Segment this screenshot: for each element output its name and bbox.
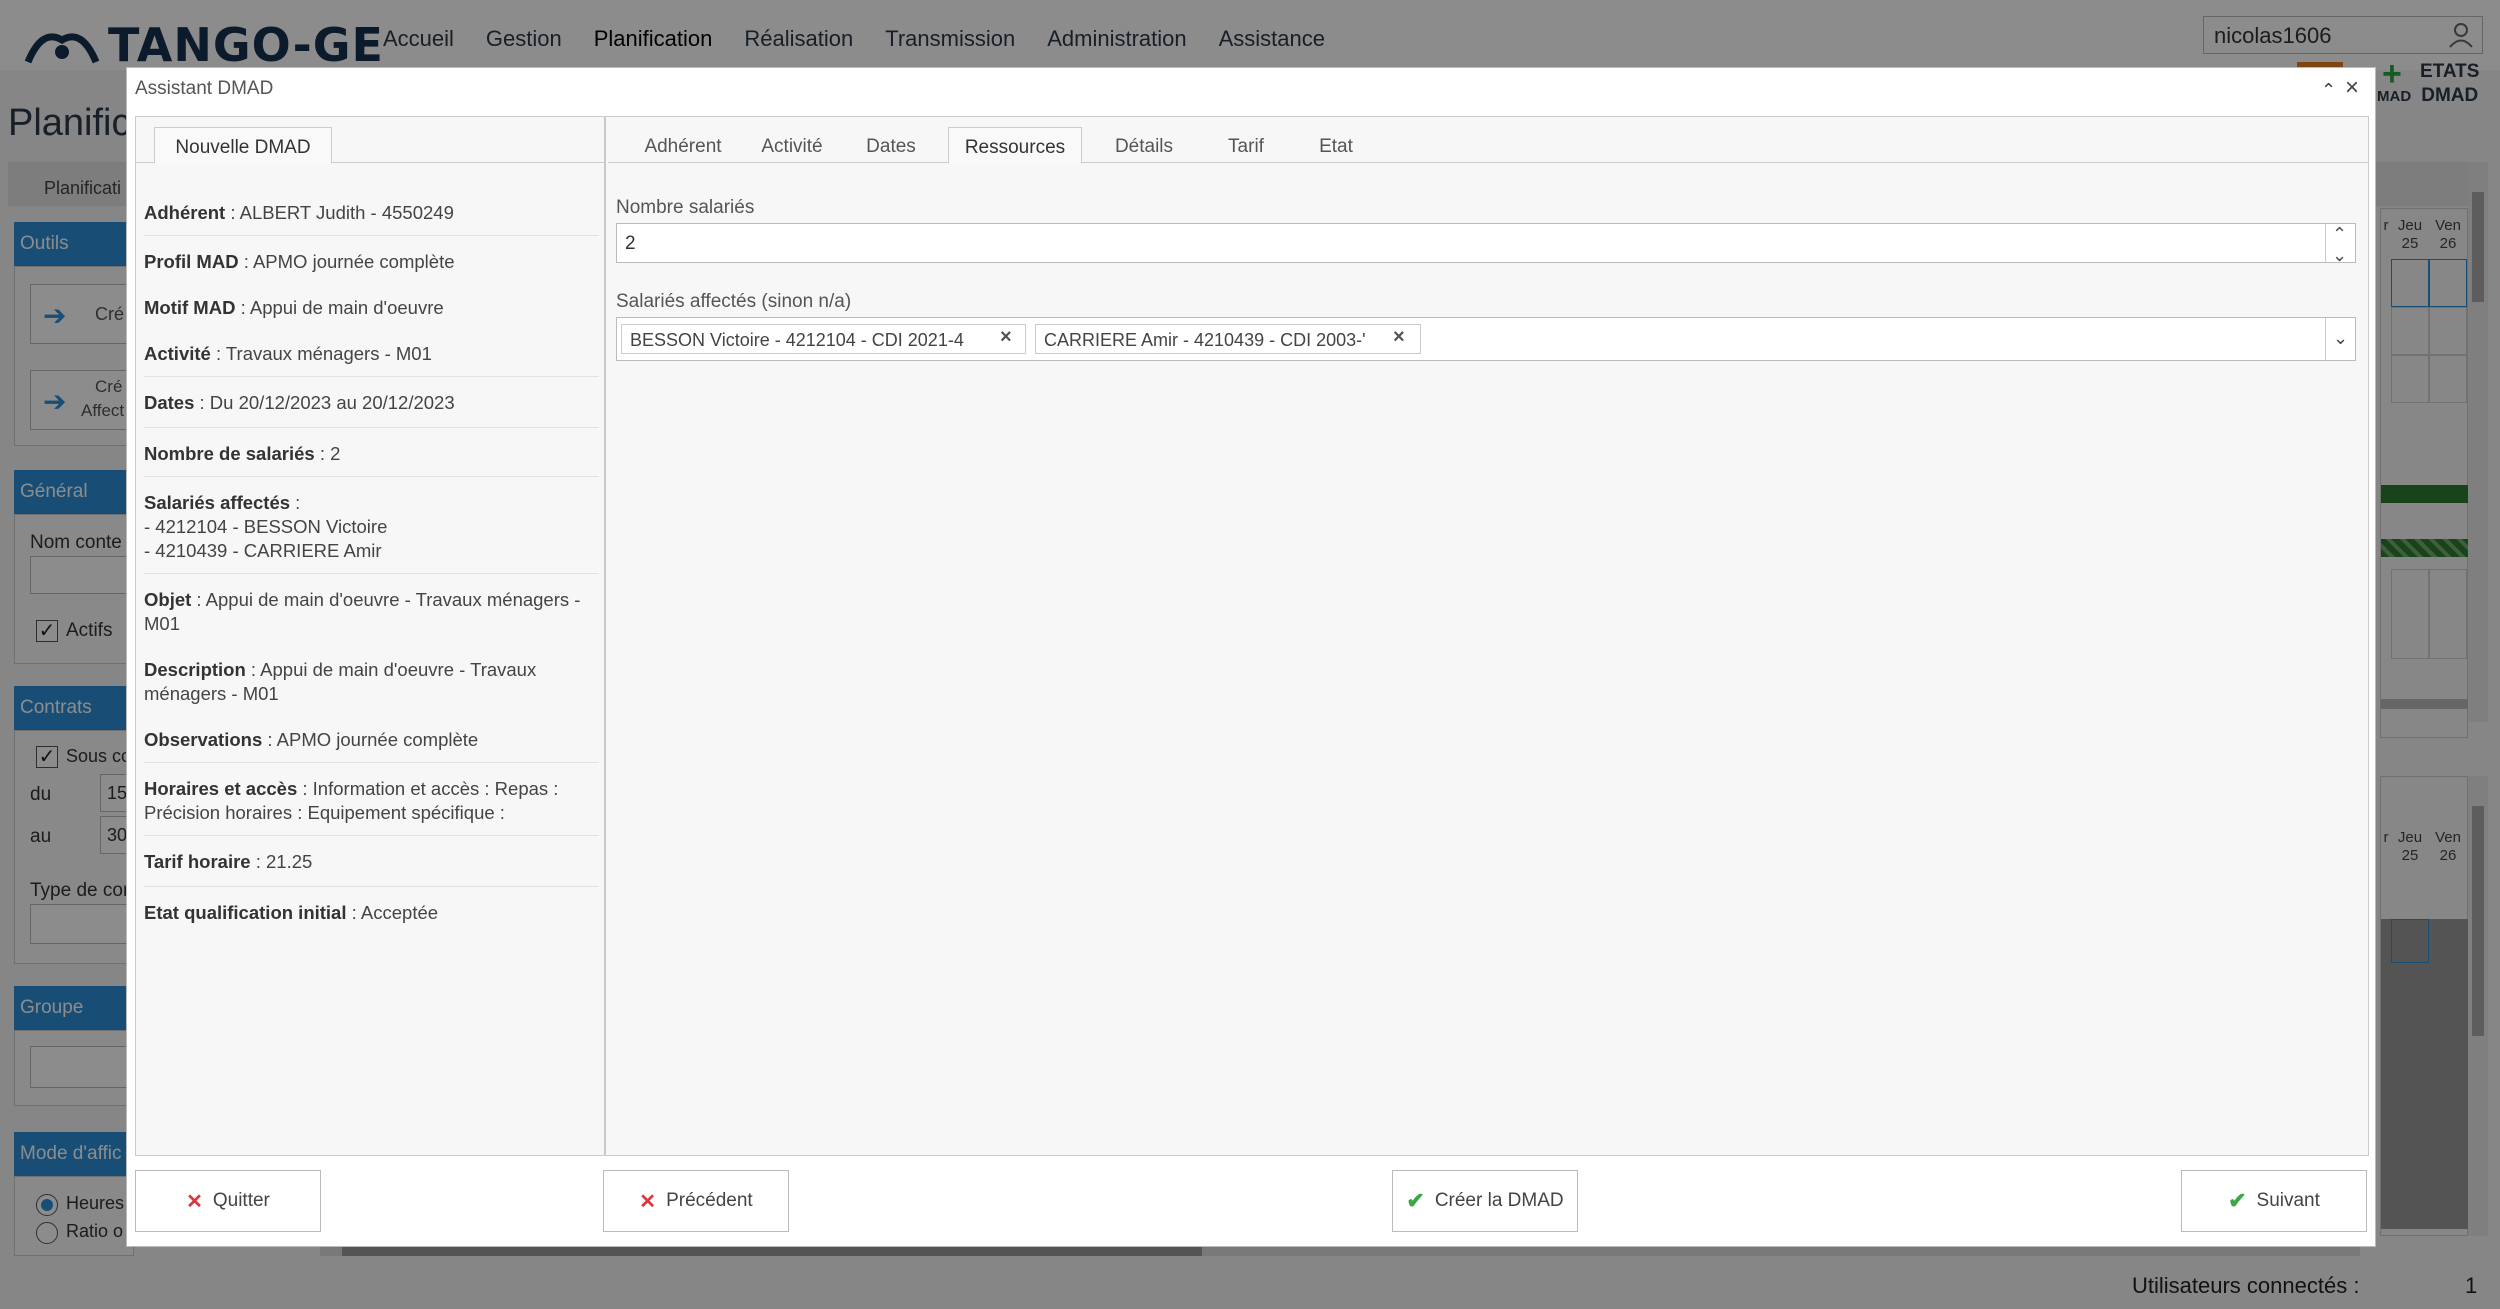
nb-salaries-label: Nombre salariés	[616, 197, 755, 218]
nb-salaries-value: 2	[625, 233, 636, 254]
chip-label: BESSON Victoire - 4212104 - CDI 2021-4	[630, 330, 964, 350]
salaries-affectes-label: Salariés affectés (sinon n/a)	[616, 291, 852, 312]
summary-list: Adhérent : ALBERT Judith - 4550249 Profi…	[144, 193, 599, 925]
tab-nouvelle-dmad[interactable]: Nouvelle DMAD	[154, 127, 332, 164]
assistant-dmad-dialog: Assistant DMAD ⌃ × Nouvelle DMAD Adhéren…	[126, 67, 2376, 1247]
previous-button[interactable]: ✕ Précédent	[603, 1170, 789, 1232]
remove-chip-icon[interactable]: ×	[1000, 326, 1012, 349]
dialog-title: Assistant DMAD	[135, 78, 274, 99]
tab-adherent[interactable]: Adhérent	[628, 127, 738, 164]
quit-button[interactable]: ✕ Quitter	[135, 1170, 321, 1232]
summary-observations: Observations : APMO journée complète	[144, 706, 599, 763]
check-icon: ✔	[1406, 1188, 1425, 1213]
summary-tabs: Nouvelle DMAD	[136, 117, 604, 164]
summary-dates: Dates : Du 20/12/2023 au 20/12/2023	[144, 377, 599, 428]
collapse-icon[interactable]: ⌃	[2321, 80, 2336, 101]
tab-ressources[interactable]: Ressources	[948, 127, 1082, 164]
selected-salarie-chip: BESSON Victoire - 4212104 - CDI 2021-4	[621, 324, 1026, 354]
close-icon[interactable]: ×	[2345, 74, 2359, 102]
close-icon: ✕	[639, 1190, 657, 1213]
summary-salarie-2: - 4210439 - CARRIERE Amir	[144, 540, 382, 561]
summary-description: Description : Appui de main d'oeuvre - T…	[144, 659, 537, 704]
create-dmad-button[interactable]: ✔ Créer la DMAD	[1392, 1170, 1578, 1232]
chevron-down-icon[interactable]: ⌃	[2332, 244, 2347, 264]
summary-tarif: Tarif horaire : 21.25	[144, 836, 599, 887]
summary-pane: Nouvelle DMAD Adhérent : ALBERT Judith -…	[136, 117, 606, 1155]
summary-salarie-1: - 4212104 - BESSON Victoire	[144, 516, 388, 537]
summary-motif: Motif MAD : Appui de main d'oeuvre	[144, 297, 444, 318]
summary-etat: Etat qualification initial : Acceptée	[144, 902, 439, 923]
remove-chip-icon[interactable]: ×	[1393, 326, 1405, 349]
summary-objet: Objet : Appui de main d'oeuvre - Travaux…	[144, 589, 581, 634]
check-icon: ✔	[2228, 1188, 2247, 1213]
chevron-down-icon[interactable]: ⌄	[2325, 318, 2355, 360]
chevron-up-icon[interactable]: ⌃	[2332, 225, 2347, 243]
close-icon: ✕	[186, 1190, 203, 1213]
summary-horaires: Horaires et accès : Information et accès…	[144, 763, 599, 836]
nb-salaries-input[interactable]: 2 ⌃ ⌃	[616, 223, 2356, 264]
summary-activite: Activité : Travaux ménagers - M01	[144, 320, 599, 377]
tab-details[interactable]: Détails	[1092, 127, 1196, 164]
nb-salaries-stepper[interactable]: ⌃ ⌃	[2325, 224, 2355, 264]
wizard-tabs: Adhérent Activité Dates Ressources Détai…	[608, 117, 2368, 164]
summary-adherent: Adhérent : ALBERT Judith - 4550249	[144, 193, 599, 236]
summary-salaries: Salariés affectés : - 4212104 - BESSON V…	[144, 477, 599, 574]
chip-label: CARRIERE Amir - 4210439 - CDI 2003-'	[1044, 330, 1366, 350]
summary-nb-salaries: Nombre de salariés : 2	[144, 428, 599, 477]
tab-activite[interactable]: Activité	[742, 127, 842, 164]
tab-tarif[interactable]: Tarif	[1206, 127, 1286, 164]
tab-etat[interactable]: Etat	[1296, 127, 1376, 164]
form-pane: Adhérent Activité Dates Ressources Détai…	[608, 117, 2368, 1155]
summary-profil: Profil MAD : APMO journée complète	[144, 251, 455, 272]
tab-dates[interactable]: Dates	[846, 127, 936, 164]
next-button[interactable]: ✔ Suivant	[2181, 1170, 2367, 1232]
selected-salarie-chip: CARRIERE Amir - 4210439 - CDI 2003-'	[1035, 324, 1421, 354]
salaries-affectes-select[interactable]: BESSON Victoire - 4212104 - CDI 2021-4 ×…	[616, 317, 2356, 361]
dialog-body: Nouvelle DMAD Adhérent : ALBERT Judith -…	[135, 116, 2369, 1156]
